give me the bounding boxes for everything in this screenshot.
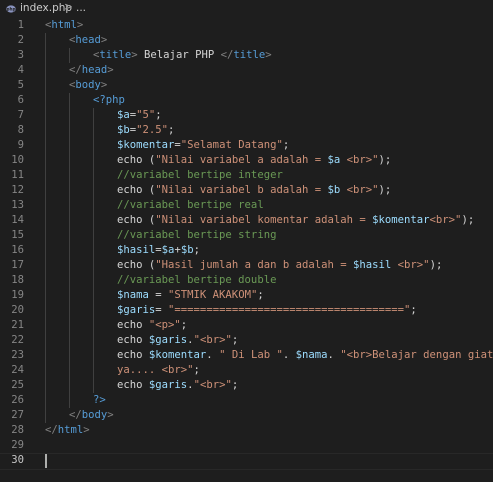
code-line: <title> Belajar PHP </title> [93,49,272,61]
code-line: $a="5"; [117,109,162,121]
chevron-right-icon: > [64,1,73,13]
code-line: ?> [93,394,106,406]
code-line: echo ("Hasil jumlah a dan b adalah = $ha… [117,259,443,271]
code-line: echo $garis."<br>"; [117,334,239,346]
code-line: //variabel bertipe real [117,199,264,211]
code-editor[interactable]: 1 2 3 4 5 6 7 8 9 10 11 12 13 14 15 16 17 18 19 20 21 22 23 24 2… [0,18,493,482]
code-line: </body> [69,409,114,421]
code-line: $hasil=$a+$b; [117,244,200,256]
code-line: </head> [69,64,114,76]
code-line: echo ("Nilai variabel a adalah = $a <br>… [117,154,392,166]
code-line: //variabel bertipe double [117,274,277,286]
line-number: 29 [11,439,24,451]
code-line: $garis= "===============================… [117,304,417,316]
code-line: echo ("Nilai variabel komentar adalah = … [117,214,475,226]
code-line: ya.... <br>"; [117,364,200,376]
code-line: $nama = "STMIK AKAKOM"; [117,289,264,301]
code-line: <body> [69,79,108,91]
code-line: echo $garis."<br>"; [117,379,239,391]
code-line: echo $komentar. " Di Lab ". $nama. "<br>… [117,349,493,361]
code-line: echo "<p>"; [117,319,188,331]
line-number: 30 [11,454,24,466]
code-line: <head> [69,34,108,46]
code-line: <html> [45,19,84,31]
code-line: <?php [93,94,125,106]
code-line: </html> [45,424,90,436]
php-file-icon: php [6,5,16,13]
code-line: $b="2.5"; [117,124,175,136]
code-line: //variabel bertipe integer [117,169,283,181]
line-number-row: 29 [0,438,493,453]
code-line: $komentar="Selamat Datang"; [117,139,290,151]
line-number-row: 30 [0,453,493,468]
breadcrumb: php index.php > ... [0,0,493,18]
code-line: //variabel bertipe string [117,229,277,241]
code-line: echo ("Nilai variabel b adalah = $b <br>… [117,184,392,196]
breadcrumb-more[interactable]: ... [76,2,86,14]
text-cursor [45,454,47,468]
svg-text:php: php [7,7,16,12]
